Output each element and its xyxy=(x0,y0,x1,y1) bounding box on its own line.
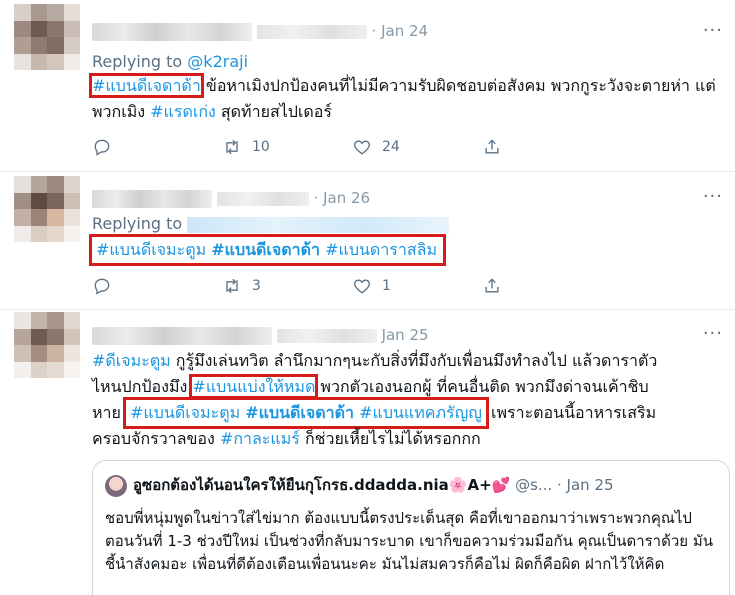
like-count: 1 xyxy=(382,278,391,294)
quoted-tweet-text: ชอบพี่หนุ่มพูดในข่าวใส่ไข่มาก ต้องแบบนี้… xyxy=(105,509,713,573)
avatar[interactable] xyxy=(14,312,80,378)
quoted-handle: @s... xyxy=(515,476,553,494)
tweet-date[interactable]: Jan 25 xyxy=(382,326,429,344)
tweet-header: Jan 25 xyxy=(92,326,429,345)
retweet-icon xyxy=(226,139,238,155)
like-button[interactable]: 24 xyxy=(352,137,482,157)
tweet-date[interactable]: · Jan 24 xyxy=(372,22,429,40)
share-icon xyxy=(485,139,499,154)
more-options-icon[interactable]: ··· xyxy=(703,323,723,344)
share-button[interactable] xyxy=(482,137,612,157)
tweet-text-segment: ไหนปกป้องมึง xyxy=(92,377,193,396)
hashtag-link[interactable]: #แบนแบ่งให้หมด xyxy=(189,374,319,399)
tweet-text-segment: ครอบจักรวาลของ xyxy=(92,429,220,448)
hashtag-link[interactable]: #แบนดีเจดาด้า xyxy=(89,73,204,98)
quoted-tweet-header: อูซอกต้องได้นอนใครให้ยืนกุโกรธ.ddadda.ni… xyxy=(105,473,614,497)
tweet-date[interactable]: · Jan 26 xyxy=(314,189,371,207)
heart-icon xyxy=(354,279,370,294)
highlighted-hashtags: #แบนดีเจมะตูม #แบนดีเจดาด้า #แบนแทคภรัญญ… xyxy=(123,397,489,429)
retweet-button[interactable]: 10 xyxy=(222,137,352,157)
retweet-button[interactable]: 3 xyxy=(222,276,352,296)
quoted-avatar xyxy=(105,474,127,497)
hashtag-link[interactable]: #แบนดีเจดาด้า xyxy=(245,403,354,422)
hashtag-link[interactable]: #แบนดีเจดาด้า xyxy=(211,240,320,259)
blurred-handle xyxy=(256,24,367,39)
more-options-icon[interactable]: ··· xyxy=(703,20,723,41)
tweet-text: #แบนดีเจมะตูม #แบนดีเจดาด้า #แบนดาราสลิม xyxy=(89,234,722,266)
tweet-text-segment: สุดท้ายสไปเดอร์ xyxy=(215,102,332,121)
replying-to-label: Replying to xyxy=(92,214,183,233)
tweet-text-segment: เพราะตอนนี้อาหารเสริม xyxy=(485,403,657,422)
tweet-text-segment: หาย xyxy=(92,403,126,422)
hashtag-link[interactable]: #แรดเก่ง xyxy=(150,102,216,121)
tweet-text: #แบนดีเจดาด้า ข้อหาเมิงปกป้องคนที่ไม่มีค… xyxy=(89,73,722,125)
blurred-display-name[interactable] xyxy=(92,326,272,345)
replying-to: Replying to xyxy=(92,214,450,233)
reply-button[interactable] xyxy=(92,137,222,157)
quoted-date: · Jan 25 xyxy=(557,476,614,494)
replying-to: Replying to @k2raji xyxy=(92,52,248,71)
hashtag-link[interactable]: #ดีเจมะตูม xyxy=(92,351,171,370)
blurred-display-name[interactable] xyxy=(92,22,252,41)
blurred-handle xyxy=(276,328,377,343)
heart-icon xyxy=(354,140,370,155)
reply-icon xyxy=(94,278,110,295)
retweet-count: 10 xyxy=(252,139,270,155)
like-count: 24 xyxy=(382,139,400,155)
share-button[interactable] xyxy=(482,276,612,296)
share-icon xyxy=(485,278,499,293)
quoted-tweet[interactable]: อูซอกต้องได้นอนใครให้ยืนกุโกรธ.ddadda.ni… xyxy=(92,460,730,595)
hashtag-link[interactable]: #แบนดีเจมะตูม xyxy=(130,403,240,422)
hashtag-link[interactable]: #แบนแทคภรัญญู xyxy=(359,403,482,422)
blurred-display-name[interactable] xyxy=(92,189,212,208)
tweet-text-segment: พวกตัวเองนอกผู้ ที่คนอื่นติด พวกมึงด่าจน… xyxy=(315,377,649,396)
tweet-3[interactable]: Jan 25 ··· #ดีเจมะตูม กูรู้มึงเล่นทวิต ล… xyxy=(0,310,735,595)
tweet-actions: 10 24 xyxy=(92,137,612,157)
reply-icon xyxy=(94,139,110,156)
hashtag-link[interactable]: #แบนดีเจมะตูม xyxy=(96,240,206,259)
avatar[interactable] xyxy=(14,4,80,70)
quoted-display-name: อูซอกต้องได้นอนใครให้ยืนกุโกรธ.ddadda.ni… xyxy=(133,476,511,494)
avatar[interactable] xyxy=(14,176,80,242)
highlighted-hashtags: #แบนดีเจมะตูม #แบนดีเจดาด้า #แบนดาราสลิม xyxy=(89,234,446,266)
reply-mention-link[interactable]: @k2raji xyxy=(187,52,248,71)
like-button[interactable]: 1 xyxy=(352,276,482,296)
hashtag-link[interactable]: #กาละแมร์ xyxy=(220,429,300,448)
hashtag-link[interactable]: #แบนดาราสลิม xyxy=(325,240,437,259)
retweet-icon xyxy=(226,278,238,294)
tweet-actions: 3 1 xyxy=(92,276,612,296)
more-options-icon[interactable]: ··· xyxy=(703,186,723,207)
tweet-header: · Jan 26 xyxy=(92,189,370,208)
blurred-reply-mentions[interactable] xyxy=(187,216,450,233)
tweet-text-segment: กูรู้มึงเล่นทวิต ลำนึกมากๆนะกับสิ่งที่มึ… xyxy=(170,351,658,370)
blurred-handle xyxy=(216,191,309,206)
tweet-header: · Jan 24 xyxy=(92,22,428,41)
tweet-text-segment: ก็ช่วยเหี้ยไรไม่ได้หรอกกก xyxy=(299,429,481,448)
tweet-text: #ดีเจมะตูม กูรู้มึงเล่นทวิต ลำนึกมากๆนะก… xyxy=(92,348,722,452)
tweet-2[interactable]: · Jan 26 ··· Replying to #แบนดีเจมะตูม #… xyxy=(0,172,735,310)
reply-button[interactable] xyxy=(92,276,222,296)
tweet-1[interactable]: · Jan 24 ··· Replying to @k2raji #แบนดีเ… xyxy=(0,0,735,172)
replying-to-label: Replying to xyxy=(92,52,183,71)
retweet-count: 3 xyxy=(252,278,261,294)
